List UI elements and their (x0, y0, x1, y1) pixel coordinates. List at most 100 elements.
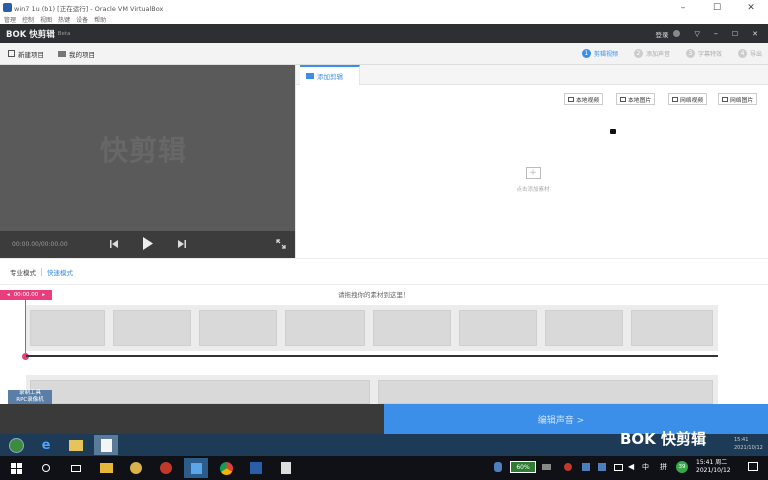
fullscreen-button[interactable] (276, 239, 286, 249)
online-video-button[interactable]: 网络视频 (668, 93, 708, 105)
online-image-button[interactable]: 网络图片 (718, 93, 758, 105)
menu-manage[interactable]: 管理 (4, 15, 16, 24)
prev-icon (110, 240, 118, 248)
host-clock[interactable]: 15:41 周二 2021/10/12 (696, 459, 731, 475)
beta-badge: Beta (57, 30, 71, 37)
guest-clock[interactable]: 15:41 2021/10/12 (734, 436, 763, 452)
edit-audio-button[interactable]: 编辑声音 > (384, 404, 768, 434)
step-2-dot: 2 (633, 49, 643, 58)
menu-devices[interactable]: 设备 (76, 15, 88, 24)
menu-hotkey[interactable]: 热键 (58, 15, 70, 24)
taskbar-ie[interactable]: e (34, 435, 58, 455)
host-date: 2021/10/12 (696, 467, 731, 474)
step-3-dot: 3 (685, 49, 695, 58)
host-taskbar: 60% ◀ 中 拼 39 15:41 周二 2021/10/12 (0, 456, 768, 480)
thumbnail-frame (285, 310, 365, 346)
taskbar-app[interactable] (94, 435, 118, 455)
audio-frame (30, 380, 370, 404)
tray-icon[interactable] (542, 464, 551, 470)
step-2-label: 添加声音 (645, 51, 670, 58)
open-project-button[interactable]: 我的项目 (58, 49, 95, 59)
play-button[interactable] (143, 237, 153, 250)
task-view-button[interactable] (64, 458, 88, 478)
menu-control[interactable]: 控制 (22, 15, 34, 24)
fast-mode-tab[interactable]: 快速模式 (47, 267, 73, 277)
notification-badge[interactable]: 39 (676, 461, 688, 473)
menu-view[interactable]: 视图 (40, 15, 52, 24)
tray-icon[interactable] (582, 463, 590, 471)
timeline-ruler (26, 355, 718, 357)
notification-center-icon[interactable] (748, 462, 758, 471)
local-video-button[interactable]: 本地视频 (564, 93, 604, 105)
bluetooth-icon[interactable] (494, 462, 502, 472)
network-icon[interactable] (614, 464, 623, 471)
taskbar-virtualbox[interactable] (244, 458, 268, 478)
timeline-hint: 请拖拽你的素材到这里！ (338, 291, 410, 299)
playhead-time: 00:00.00 (13, 292, 39, 298)
volume-icon[interactable]: ◀ (628, 462, 634, 471)
ie-icon: e (41, 437, 51, 453)
folder-icon (69, 439, 83, 451)
mouse-cursor-icon (610, 129, 616, 134)
new-project-button[interactable]: 新建项目 (8, 49, 44, 59)
guest-date: 2021/10/12 (734, 445, 763, 451)
preview-watermark: 快剪辑 (100, 134, 188, 167)
thumbnail-frame (545, 310, 623, 346)
playhead-time-badge[interactable]: ◂ 00:00.00 ▸ (0, 290, 52, 300)
tab-add-clip-label: 添加剪辑 (317, 73, 343, 81)
step-subtitles[interactable]: 3 字幕特效 (685, 49, 722, 58)
battery-percent: 60% (516, 463, 530, 471)
tray-icon[interactable] (564, 463, 572, 471)
tab-add-clip[interactable]: 添加剪辑 (300, 65, 360, 85)
online-video-icon (672, 96, 678, 102)
host-start-button[interactable] (4, 458, 28, 478)
login-link[interactable]: 登录 (655, 29, 668, 39)
bottom-left-area: 录制工具 RPC录像机 (0, 390, 384, 434)
start-button[interactable] (4, 435, 28, 455)
thumbnail-frame (373, 310, 451, 346)
player-controls: 00:00.00/00:00.00 (0, 231, 295, 258)
menu-dropdown-icon[interactable]: ▽ (694, 30, 699, 38)
prev-frame-button[interactable] (110, 239, 118, 249)
next-frame-button[interactable] (178, 239, 186, 249)
host-close-button[interactable]: ✕ (734, 3, 768, 13)
tray-icon[interactable] (598, 463, 606, 471)
video-preview: 快剪辑 (0, 65, 295, 231)
local-image-label: 本地图片 (628, 97, 652, 104)
local-image-button[interactable]: 本地图片 (616, 93, 656, 105)
host-maximize-button[interactable]: ☐ (700, 3, 734, 13)
menu-help[interactable]: 帮助 (94, 15, 106, 24)
taskbar-file-explorer[interactable] (94, 458, 118, 478)
app-icon (160, 462, 172, 474)
app-close-button[interactable]: ✕ (752, 30, 758, 38)
desktop-shortcut[interactable]: 录制工具 RPC录像机 (8, 390, 52, 404)
app-minimize-button[interactable]: – (714, 29, 718, 38)
search-icon (42, 464, 50, 472)
taskbar-app-2[interactable] (124, 458, 148, 478)
time-display: 00:00.00/00:00.00 (12, 241, 68, 248)
taskbar-active-app[interactable] (184, 458, 208, 478)
taskbar-explorer[interactable] (64, 435, 88, 455)
lang-indicator[interactable]: 拼 (660, 462, 667, 472)
taskbar-document[interactable] (274, 458, 298, 478)
battery-indicator[interactable]: 60% (510, 461, 536, 473)
edit-audio-label: 编辑声音 > (537, 415, 585, 426)
taskbar-app-3[interactable] (154, 458, 178, 478)
host-minimize-button[interactable]: – (666, 3, 700, 13)
search-button[interactable] (34, 458, 58, 478)
mode-bar: 专业模式 快速模式 (0, 258, 768, 285)
video-camera-icon (306, 73, 314, 79)
app-maximize-button[interactable]: ☐ (732, 30, 738, 38)
pro-mode-tab[interactable]: 专业模式 (10, 267, 36, 277)
audio-frame (378, 380, 713, 404)
add-media-area[interactable]: + 点击添加素材 (508, 167, 558, 199)
taskbar-chrome[interactable] (214, 458, 238, 478)
ime-indicator[interactable]: 中 (642, 462, 649, 472)
fullscreen-icon (276, 239, 286, 249)
user-icon[interactable] (673, 30, 681, 37)
step-edit-video[interactable]: 1 剪辑视频 (581, 49, 618, 58)
step-export[interactable]: 4 导出 (737, 49, 762, 58)
step-add-audio[interactable]: 2 添加声音 (633, 49, 670, 58)
host-time: 15:41 周二 (696, 459, 728, 466)
next-icon (178, 240, 186, 248)
